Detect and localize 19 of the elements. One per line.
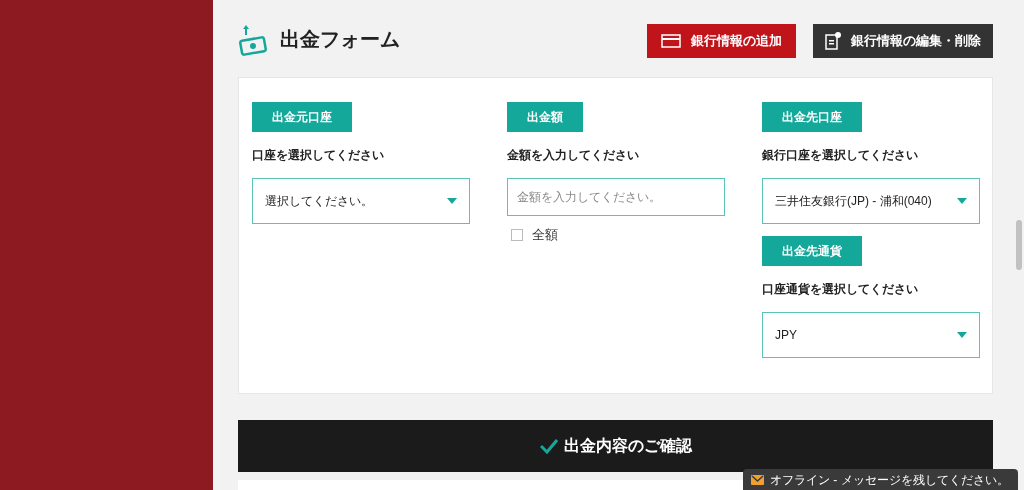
field-label: 金額を入力してください: [507, 147, 639, 164]
section-tag: 出金元口座: [252, 102, 352, 132]
amount-input[interactable]: 金額を入力してください。: [507, 178, 725, 216]
section-tag: 出金先通貨: [762, 236, 862, 266]
chat-status-text: オフライン - メッセージを残してください。: [770, 472, 1009, 487]
field-label: 口座を選択してください: [252, 147, 384, 164]
select-dropdown[interactable]: JPY: [762, 312, 980, 358]
field-label: 銀行口座を選択してください: [762, 147, 918, 164]
confirm-title: 出金内容のご確認: [563, 436, 692, 456]
checkbox-label: 全額: [532, 226, 558, 244]
field-label: 口座通貨を選択してください: [762, 281, 918, 298]
page-title: 出金フォーム: [280, 26, 400, 52]
select-dropdown[interactable]: 選択してください。: [252, 178, 470, 224]
section-tag: 出金額: [507, 102, 583, 132]
edit-bank-button[interactable]: 銀行情報の編集・削除: [813, 24, 993, 58]
select-dropdown[interactable]: 三井住友銀行(JP) - 浦和(040): [762, 178, 980, 224]
chat-widget[interactable]: オフライン - メッセージを残してください。: [743, 469, 1018, 490]
add-bank-button[interactable]: 銀行情報の追加: [647, 24, 796, 58]
section-tag: 出金先口座: [762, 102, 862, 132]
